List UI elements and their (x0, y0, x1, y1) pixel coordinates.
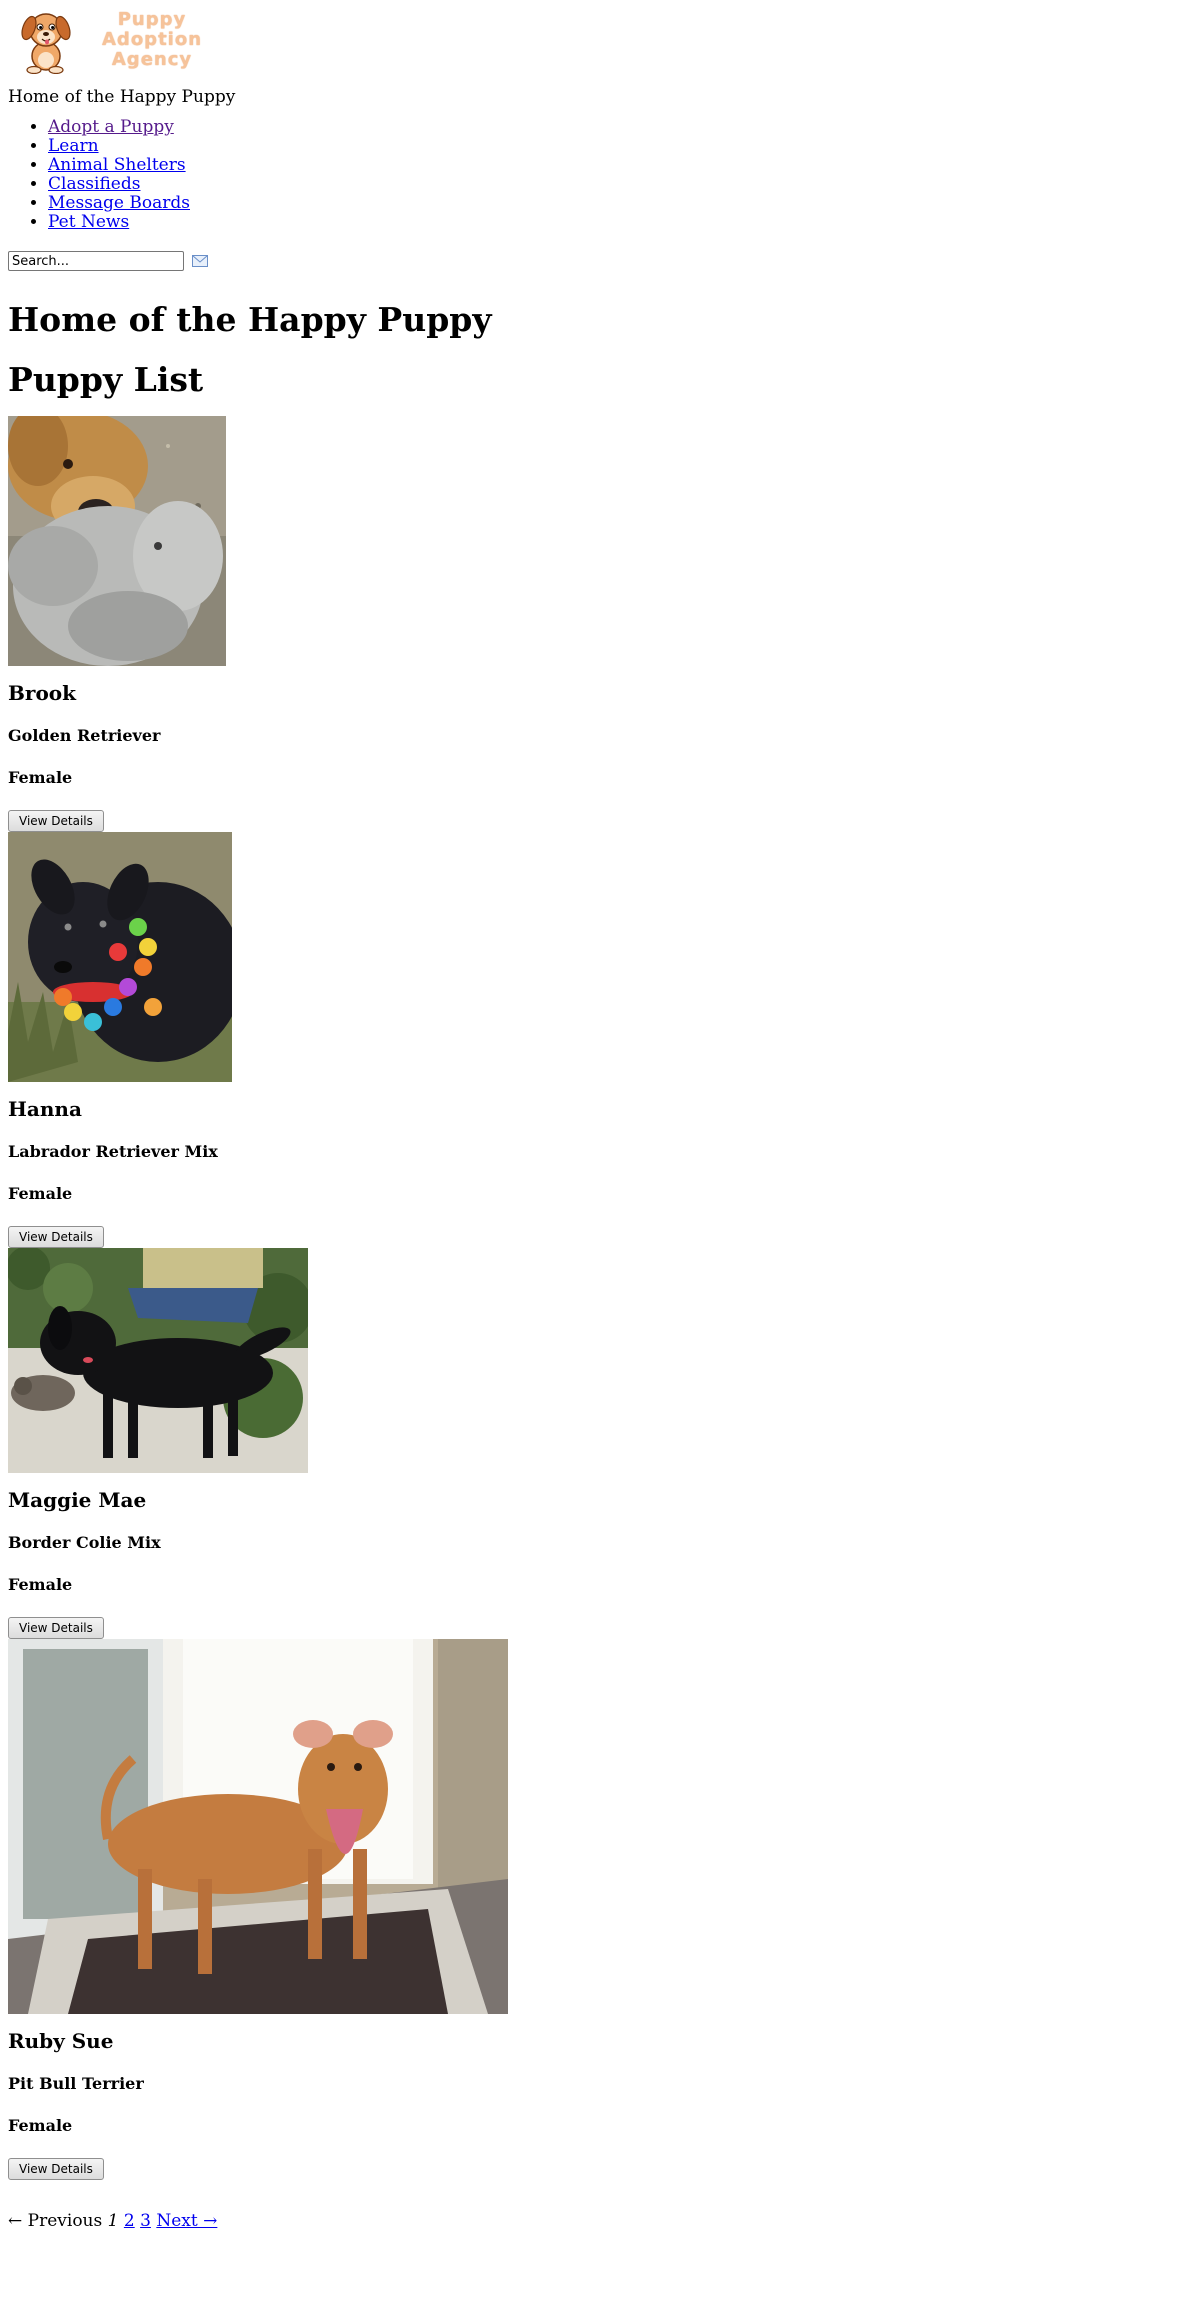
puppy-photo-hanna[interactable] (8, 832, 232, 1082)
search-input[interactable] (8, 251, 184, 271)
view-details-button[interactable]: View Details (8, 2158, 104, 2180)
puppy-photo-maggie-mae[interactable] (8, 1248, 308, 1473)
puppy-name: Ruby Sue (8, 2029, 114, 2053)
nav-link-animal-shelters[interactable]: Animal Shelters (48, 155, 186, 175)
puppy-name: Brook (8, 681, 76, 705)
puppy-sex: Female (8, 1184, 73, 1203)
nav-item: Adopt a Puppy (48, 118, 1177, 137)
site-tagline: Home of the Happy Puppy (8, 87, 236, 107)
puppy-breed: Pit Bull Terrier (8, 2074, 144, 2093)
puppy-photo-brook[interactable] (8, 416, 226, 666)
view-details-button[interactable]: View Details (8, 1226, 104, 1248)
puppy-breed: Border Colie Mix (8, 1533, 161, 1552)
nav-item: Animal Shelters (48, 156, 1177, 175)
logo-line: Puppy (117, 9, 187, 30)
pagination-current-page: 1 (107, 2211, 119, 2231)
nav-link-message-boards[interactable]: Message Boards (48, 193, 190, 213)
puppy-name: Maggie Mae (8, 1488, 147, 1512)
logo-text[interactable]: Puppy Adoption Agency (102, 10, 202, 70)
pagination-page-3[interactable]: 3 (140, 2211, 151, 2231)
nav-link-learn[interactable]: Learn (48, 136, 99, 156)
nav-link-pet-news[interactable]: Pet News (48, 212, 129, 232)
puppy-mascot-icon[interactable] (16, 6, 76, 74)
logo-line: Adoption (102, 29, 203, 50)
puppy-breed: Golden Retriever (8, 726, 161, 745)
pagination-page-2[interactable]: 2 (124, 2211, 135, 2231)
view-details-button[interactable]: View Details (8, 810, 104, 832)
puppy-card: Maggie Mae Border Colie Mix Female View … (8, 1248, 1177, 1639)
nav-item: Learn (48, 137, 1177, 156)
nav-item: Classifieds (48, 175, 1177, 194)
site-header: Puppy Adoption Agency (8, 0, 1177, 80)
puppy-sex: Female (8, 1575, 73, 1594)
puppy-card: Brook Golden Retriever Female View Detai… (8, 416, 1177, 832)
pagination-previous: ← Previous (8, 2211, 103, 2231)
view-details-button[interactable]: View Details (8, 1617, 104, 1639)
envelope-icon[interactable] (192, 255, 208, 267)
puppy-card: Ruby Sue Pit Bull Terrier Female View De… (8, 1639, 1177, 2180)
page-title: Home of the Happy Puppy (8, 300, 492, 339)
puppy-photo-ruby-sue[interactable] (8, 1639, 508, 2014)
logo-line: Agency (111, 49, 193, 70)
main-nav: Adopt a Puppy Learn Animal Shelters Clas… (8, 118, 1177, 232)
nav-item: Pet News (48, 213, 1177, 232)
nav-link-adopt-a-puppy[interactable]: Adopt a Puppy (48, 117, 174, 137)
pagination: ← Previous 1 2 3 Next → (8, 2210, 1177, 2232)
puppy-breed: Labrador Retriever Mix (8, 1142, 218, 1161)
puppy-card: Hanna Labrador Retriever Mix Female View… (8, 832, 1177, 1248)
nav-item: Message Boards (48, 194, 1177, 213)
puppy-name: Hanna (8, 1097, 82, 1121)
nav-link-classifieds[interactable]: Classifieds (48, 174, 140, 194)
puppy-list-title: Puppy List (8, 360, 204, 399)
pagination-next[interactable]: Next → (156, 2211, 217, 2231)
page: Puppy Adoption Agency Home of the Happy … (0, 0, 1185, 2232)
puppy-sex: Female (8, 768, 73, 787)
puppy-sex: Female (8, 2116, 73, 2135)
search-bar (8, 248, 1177, 274)
